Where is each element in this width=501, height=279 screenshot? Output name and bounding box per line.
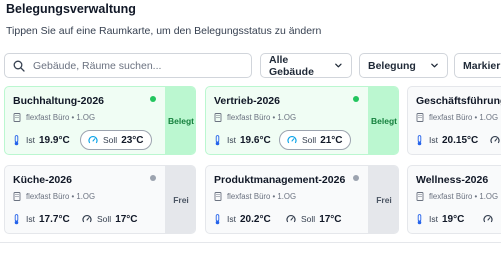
gauge-icon — [286, 214, 296, 223]
thermometer-icon — [215, 134, 220, 145]
building-icon — [13, 113, 21, 122]
room-location: flexfast Büro • 1.OG — [416, 192, 498, 201]
building-icon — [214, 113, 222, 122]
mark-filter-select[interactable]: Markieru — [454, 53, 501, 78]
thermometer-icon — [417, 213, 422, 224]
building-filter-value: Alle Gebäude — [269, 53, 314, 78]
status-dot — [150, 175, 156, 181]
status-dot — [353, 175, 359, 181]
chevron-down-icon — [335, 63, 342, 68]
status-dot — [353, 96, 359, 102]
actual-temperature: Ist 19.9°C — [13, 130, 70, 150]
gauge-icon — [88, 135, 98, 144]
actual-temperature: Ist 19.6°C — [214, 130, 271, 150]
target-temperature[interactable]: Soll 17°C — [75, 209, 145, 229]
building-icon — [214, 192, 222, 201]
status-badge: Frei — [368, 166, 398, 233]
room-name: Produktmanagement-2026 — [214, 174, 346, 186]
gauge-icon — [82, 214, 92, 223]
status-badge: Belegt — [165, 87, 195, 154]
actual-temperature: Ist 19°C — [416, 209, 464, 229]
actual-temperature: Ist 20.15°C — [416, 130, 478, 150]
room-name: Buchhaltung-2026 — [13, 95, 105, 107]
room-name: Geschäftsführung-… — [416, 95, 501, 107]
building-filter-select[interactable]: Alle Gebäude — [260, 53, 352, 78]
building-icon — [13, 192, 21, 201]
thermometer-icon — [215, 213, 220, 224]
actual-temperature: Ist 20.2°C — [214, 209, 271, 229]
target-temperature[interactable]: Soll 17°C — [279, 209, 349, 229]
room-card[interactable]: Geschäftsführung-… flexfast Büro • 1.OG … — [407, 86, 501, 155]
divider — [0, 242, 501, 243]
status-badge: Frei — [165, 166, 195, 233]
building-icon — [416, 113, 424, 122]
gauge-icon — [490, 135, 500, 144]
room-card[interactable]: Wellness-2026 flexfast Büro • 1.OG Ist 1… — [407, 165, 501, 234]
thermometer-icon — [14, 213, 19, 224]
status-dot — [150, 96, 156, 102]
gauge-icon — [287, 135, 297, 144]
search-input[interactable] — [33, 59, 243, 72]
room-name: Küche-2026 — [13, 174, 72, 186]
room-name: Vertrieb-2026 — [214, 95, 280, 107]
building-icon — [416, 192, 424, 201]
occupancy-filter-value: Belegung — [368, 59, 416, 72]
room-location: flexfast Büro • 1.OG — [13, 192, 95, 201]
room-card[interactable]: Buchhaltung-2026 flexfast Büro • 1.OG Is… — [4, 86, 196, 155]
room-location: flexfast Büro • 1.OG — [13, 113, 95, 122]
chevron-down-icon — [431, 63, 438, 68]
room-location: flexfast Büro • 1.OG — [416, 113, 498, 122]
room-card[interactable]: Produktmanagement-2026 flexfast Büro • 1… — [205, 165, 399, 234]
occupancy-filter-select[interactable]: Belegung — [359, 53, 448, 78]
occupancy-page: Belegungsverwaltung Tippen Sie auf eine … — [0, 0, 501, 279]
target-temperature[interactable]: Soll 21°C — [279, 130, 351, 150]
room-location: flexfast Büro • 1.OG — [214, 113, 296, 122]
search-box[interactable] — [4, 53, 252, 78]
page-subtitle: Tippen Sie auf eine Raumkarte, um den Be… — [6, 25, 322, 37]
page-title: Belegungsverwaltung — [6, 2, 136, 16]
room-name: Wellness-2026 — [416, 174, 489, 186]
room-card[interactable]: Vertrieb-2026 flexfast Büro • 1.OG Ist 1… — [205, 86, 399, 155]
mark-filter-value: Markieru — [463, 59, 501, 72]
thermometer-icon — [417, 134, 422, 145]
room-card[interactable]: Küche-2026 flexfast Büro • 1.OG Ist 17.7… — [4, 165, 196, 234]
thermometer-icon — [14, 134, 19, 145]
target-temperature[interactable]: Soll 23°C — [80, 130, 152, 150]
gauge-icon — [483, 214, 493, 223]
status-badge: Belegt — [368, 87, 398, 154]
room-location: flexfast Büro • 1.OG — [214, 192, 296, 201]
search-icon — [13, 60, 25, 72]
actual-temperature: Ist 17.7°C — [13, 209, 70, 229]
